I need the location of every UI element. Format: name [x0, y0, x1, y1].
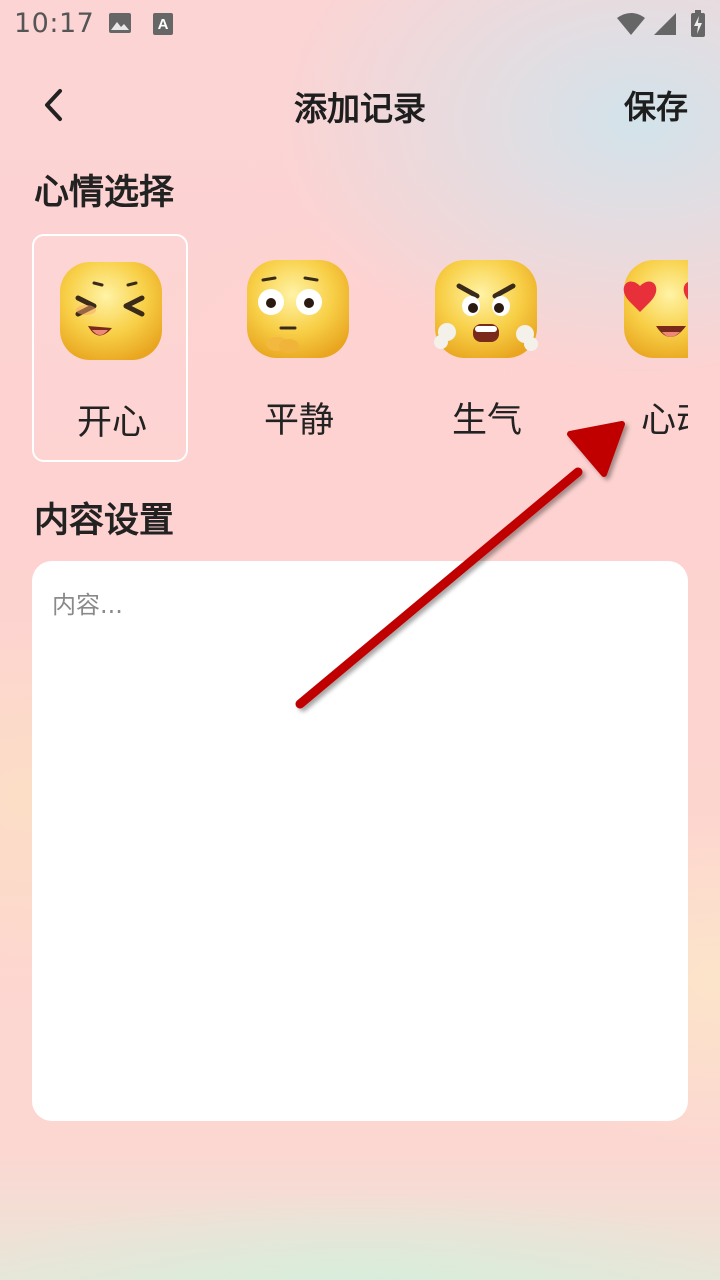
angry-face-icon	[434, 260, 538, 358]
svg-text:A: A	[158, 16, 169, 33]
battery-charging-icon	[690, 10, 706, 42]
save-button[interactable]: 保存	[624, 82, 688, 128]
cellular-icon	[652, 12, 678, 40]
mood-label: 平静	[263, 401, 334, 441]
status-bar: 10:17 A	[0, 0, 720, 48]
page-title: 添加记录	[294, 89, 426, 128]
mood-label: 生气	[451, 401, 522, 441]
header: 添加记录 保存	[0, 72, 720, 136]
mood-label: 心动	[640, 401, 688, 441]
mood-item-happy[interactable]: 开心	[32, 234, 188, 462]
wifi-icon	[616, 12, 646, 40]
mood-selector: 开心 平静 生气 心	[32, 234, 688, 464]
content-section-title: 内容设置	[34, 501, 175, 541]
image-icon	[108, 12, 132, 38]
mood-item-angry[interactable]: 生气	[409, 234, 565, 462]
content-card	[32, 561, 688, 1121]
mood-label: 开心	[76, 403, 147, 443]
mood-item-calm[interactable]: 平静	[221, 234, 377, 462]
calm-face-icon	[247, 260, 349, 358]
mood-item-heart-eyes[interactable]: 心动	[598, 234, 688, 462]
content-input[interactable]	[32, 561, 688, 1121]
heart-eyes-face-icon	[623, 260, 688, 358]
happy-face-icon	[60, 262, 162, 360]
mood-section-title: 心情选择	[34, 173, 175, 213]
a-notification-icon: A	[152, 12, 174, 40]
status-time: 10:17	[14, 8, 95, 39]
